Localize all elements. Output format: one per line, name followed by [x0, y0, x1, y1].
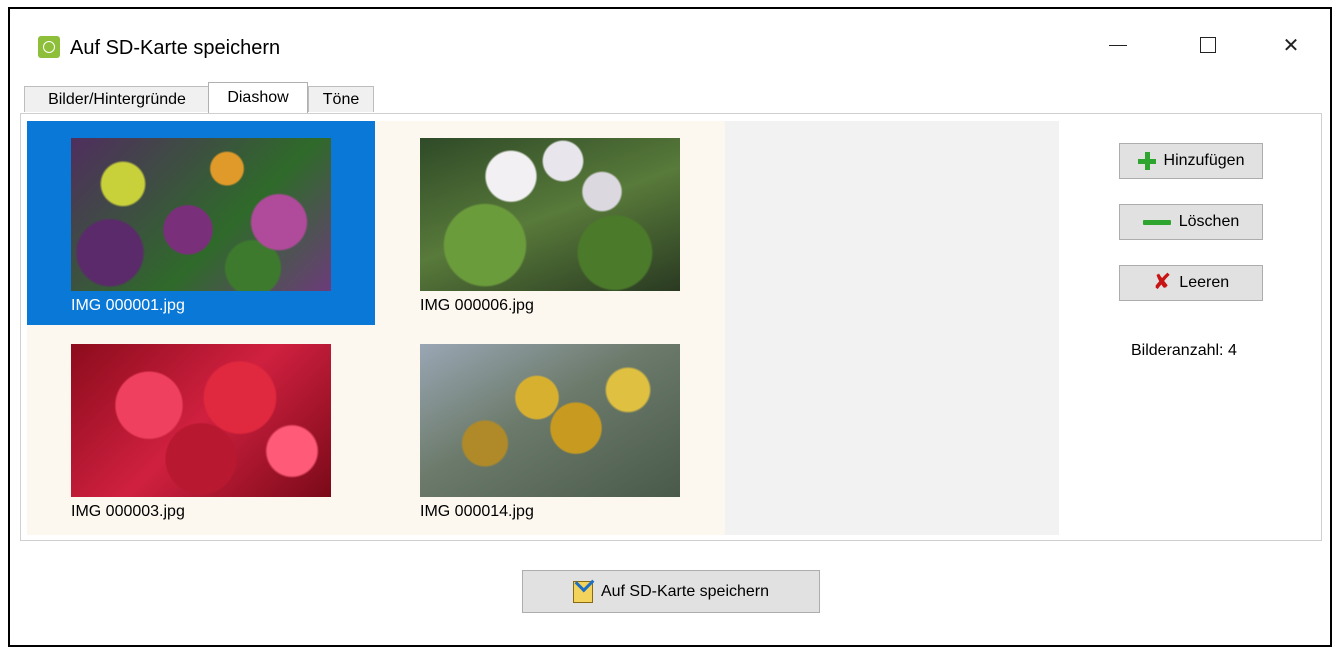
thumbnail-filename: IMG 000001.jpg [71, 297, 185, 314]
minimize-button[interactable] [1090, 23, 1146, 67]
tab-toene[interactable]: Töne [308, 86, 374, 112]
sd-card-save-icon [572, 580, 593, 603]
tab-diashow[interactable]: Diashow [208, 82, 308, 113]
add-button[interactable]: Hinzufügen [1119, 143, 1263, 179]
app-icon [38, 36, 60, 58]
maximize-icon [1200, 37, 1216, 53]
save-to-sd-label: Auf SD-Karte speichern [600, 582, 770, 600]
thumbnail-image [420, 344, 680, 497]
tab-panel-diashow: IMG 000001.jpg IMG 000006.jpg IMG 000003… [20, 113, 1322, 541]
clear-button-label: Leeren [1179, 274, 1230, 291]
delete-button[interactable]: Löschen [1119, 204, 1263, 240]
thumbnail-image [420, 138, 680, 291]
x-icon: ✘ [1152, 270, 1172, 295]
gallery-item[interactable]: IMG 000001.jpg [27, 121, 375, 325]
thumbnail-filename: IMG 000006.jpg [420, 297, 534, 314]
clear-button[interactable]: ✘ Leeren [1119, 265, 1263, 301]
window-title: Auf SD-Karte speichern [70, 37, 281, 59]
image-gallery[interactable]: IMG 000001.jpg IMG 000006.jpg IMG 000003… [27, 121, 1059, 535]
thumbnail-filename: IMG 000014.jpg [420, 503, 534, 520]
minus-icon [1142, 219, 1171, 225]
close-icon: ✕ [1282, 33, 1300, 57]
action-sidebar: Hinzufügen Löschen ✘ Leeren Bilderanzahl… [1069, 114, 1319, 540]
image-count: Bilderanzahl: 4 [1131, 342, 1237, 359]
thumbnail-filename: IMG 000003.jpg [71, 503, 185, 520]
dialog-window: Auf SD-Karte speichern ✕ Bilder/Hintergr… [8, 7, 1332, 647]
plus-icon [1137, 152, 1156, 170]
gallery-item[interactable]: IMG 000014.jpg [376, 327, 724, 531]
save-to-sd-button[interactable]: Auf SD-Karte speichern [522, 570, 820, 613]
gallery-item[interactable]: IMG 000006.jpg [376, 121, 724, 325]
add-button-label: Hinzufügen [1163, 152, 1245, 169]
gallery-item[interactable]: IMG 000003.jpg [27, 327, 375, 531]
thumbnail-image [71, 138, 331, 291]
maximize-button[interactable] [1180, 23, 1236, 67]
tab-bilder-hintergruende[interactable]: Bilder/Hintergründe [24, 86, 210, 112]
minimize-icon [1109, 44, 1127, 46]
delete-button-label: Löschen [1178, 213, 1240, 230]
close-button[interactable]: ✕ [1263, 23, 1319, 67]
thumbnail-image [71, 344, 331, 497]
title-bar[interactable]: Auf SD-Karte speichern ✕ [10, 9, 1330, 87]
